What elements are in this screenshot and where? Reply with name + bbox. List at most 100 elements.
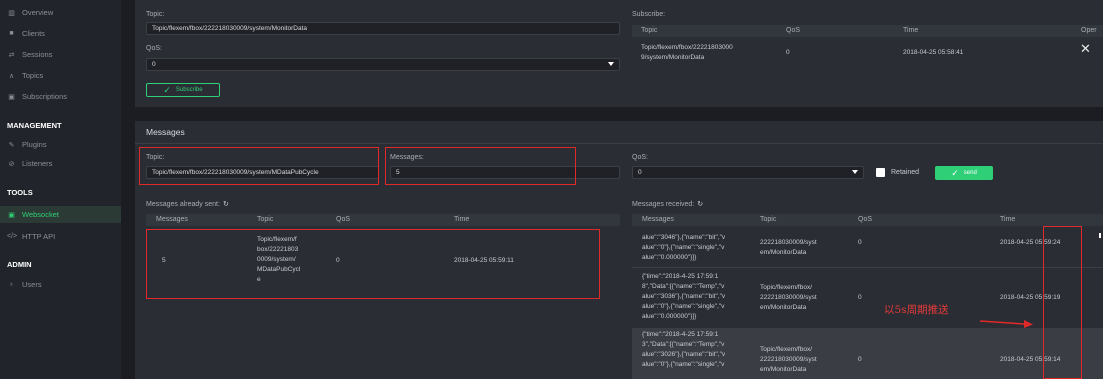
col-time: Time <box>903 27 919 34</box>
divider <box>135 143 1103 144</box>
retained-checkbox[interactable] <box>876 168 885 177</box>
sidebar-item-label: Clients <box>22 29 45 38</box>
row-qos: 0 <box>786 49 790 56</box>
col-topic: Topic <box>641 27 658 34</box>
col-topic: Topic <box>257 216 274 223</box>
chart-icon: ▥ <box>8 9 15 17</box>
send-button[interactable]: ✓ send <box>935 166 993 180</box>
topics-icon: ∧ <box>8 72 15 80</box>
row-time: 2018-04-25 05:59:14 <box>1000 356 1061 363</box>
sidebar-item-label: Overview <box>22 8 54 17</box>
sidebar-item-users[interactable]: ♁ Users <box>0 276 121 293</box>
check-icon: ✓ <box>163 84 171 95</box>
row-time: 2018-04-25 05:59:11 <box>454 257 514 264</box>
section-tools: TOOLS <box>7 188 33 197</box>
table-row: Topic/flexem/fbox/22221803000 9/system/M… <box>632 41 1103 68</box>
sidebar-item-label: Listeners <box>22 159 53 168</box>
col-qos: QoS <box>336 216 351 223</box>
arrow-right-icon <box>980 320 1033 328</box>
row-time: 2018-04-25 05:59:24 <box>1000 239 1061 246</box>
row-topic: Topic/flexem/fbox/ 222218030009/syst em/… <box>760 284 817 311</box>
section-admin: ADMIN <box>7 260 32 269</box>
code-icon: </> <box>7 233 18 240</box>
row-qos: 0 <box>858 294 862 301</box>
table-row: 5 Topic/flexem/f box/22221803 0009/syste… <box>146 229 620 295</box>
sidebar-item-label: Subscriptions <box>22 92 68 101</box>
sidebar-item-label: HTTP API <box>22 232 56 241</box>
row-message: 5 <box>162 257 166 264</box>
sidebar-item-http-api[interactable]: </> HTTP API <box>0 228 121 245</box>
annotation-text: 以5s周期推送 <box>884 304 949 316</box>
message-content-label: Messages: <box>390 154 424 161</box>
row-qos: 0 <box>858 239 862 246</box>
col-messages: Messages <box>156 216 188 223</box>
sidebar-item-subscriptions[interactable]: ▣ Subscriptions <box>0 88 121 105</box>
sidebar-item-listeners[interactable]: ⊘ Listeners <box>0 155 121 172</box>
chevron-down-icon <box>852 170 858 174</box>
table-row: {"time":"2018-4-25 17:59:1 3","Data":[{"… <box>632 328 1103 379</box>
row-topic: 222218030009/syst em/MonitorData <box>760 239 817 256</box>
message-topic-input[interactable]: Topic/flexem/fbox/222218030009/system/MD… <box>146 166 379 179</box>
row-qos: 0 <box>858 356 862 363</box>
refresh-icon[interactable]: ↻ <box>223 201 229 208</box>
col-messages: Messages <box>642 216 674 223</box>
subscribe-topic-label: Topic: <box>146 11 165 18</box>
send-button-label: send <box>963 170 977 176</box>
subscribe-topic-input[interactable]: Topic/flexem/fbox/222218030009/system/Mo… <box>146 22 620 35</box>
message-topic-label: Topic: <box>146 154 165 161</box>
sidebar-item-label: Topics <box>22 71 44 80</box>
sidebar-item-label: Websocket <box>22 210 59 219</box>
sidebar-item-websocket[interactable]: ▣ Websocket <box>0 206 121 223</box>
websocket-icon: ▣ <box>8 211 15 219</box>
sent-table-header: Messages Topic QoS Time <box>146 214 620 226</box>
col-time: Time <box>1000 216 1016 223</box>
refresh-icon[interactable]: ↻ <box>697 201 703 208</box>
subscriptions-icon: ▣ <box>8 93 15 101</box>
row-topic: Topic/flexem/fbox/ 222218030009/syst em/… <box>760 346 817 373</box>
clients-icon: ■ <box>9 30 14 37</box>
sidebar: ▥ Overview ■ Clients ⇄ Sessions ∧ Topics ▣ Su… <box>0 0 121 379</box>
sidebar-item-plugins[interactable]: ✎ Plugins <box>0 136 121 153</box>
plug-icon: ✎ <box>8 141 15 149</box>
sent-title: Messages already sent: ↻ <box>146 200 229 208</box>
received-title: Messages received: ↻ <box>632 200 703 208</box>
row-message: {"time":"2018-4-25 17:59:1 8","Data":[{"… <box>642 273 726 320</box>
col-topic: Topic <box>760 216 777 223</box>
message-content-input[interactable]: 5 <box>390 166 620 179</box>
message-qos-select[interactable]: 0 <box>632 166 864 179</box>
retained-label: Retained <box>891 169 920 176</box>
section-management: MANAGEMENT <box>7 121 62 130</box>
sidebar-item-label: Users <box>22 280 42 289</box>
user-icon: ♁ <box>8 281 15 288</box>
col-oper: Oper <box>1081 27 1097 34</box>
messages-panel: Messages Topic: Topic/flexem/fbox/222218… <box>135 121 1103 379</box>
subscribe-qos-label: QoS: <box>146 45 162 52</box>
subscribe-qos-select[interactable]: 0 <box>146 58 620 71</box>
sidebar-item-label: Plugins <box>22 140 47 149</box>
sidebar-item-topics[interactable]: ∧ Topics <box>0 67 121 84</box>
col-qos: QoS <box>858 216 873 223</box>
subscribe-button[interactable]: ✓ Subscribe <box>146 83 220 97</box>
listener-icon: ⊘ <box>8 160 15 168</box>
sidebar-item-sessions[interactable]: ⇄ Sessions <box>0 46 121 63</box>
scrollbar-thumb[interactable] <box>1099 233 1101 238</box>
chevron-down-icon <box>608 62 614 66</box>
row-topic: Topic/flexem/f box/22221803 0009/system/… <box>257 236 301 283</box>
table-row: alue":"3046"},{"name":"bit","v alue":"0"… <box>632 229 1103 267</box>
row-message: alue":"3046"},{"name":"bit","v alue":"0"… <box>642 234 726 261</box>
close-icon[interactable]: ✕ <box>1080 42 1091 55</box>
subscribe-table-header: Topic QoS Time Oper <box>632 25 1103 37</box>
sidebar-item-label: Sessions <box>22 50 53 59</box>
sidebar-item-clients[interactable]: ■ Clients <box>0 25 121 42</box>
row-qos: 0 <box>336 257 340 264</box>
row-message: {"time":"2018-4-25 17:59:1 3","Data":[{"… <box>642 331 726 368</box>
messages-title: Messages <box>146 127 185 137</box>
sessions-icon: ⇄ <box>8 51 15 59</box>
subscribe-list-title: Subscribe: <box>632 11 666 18</box>
check-icon: ✓ <box>951 167 959 178</box>
row-time: 2018-04-25 05:58:41 <box>903 49 964 56</box>
qos-value: 0 <box>152 61 156 68</box>
sent-title-label: Messages already sent: <box>146 201 220 208</box>
subscribe-panel: Topic: Topic/flexem/fbox/222218030009/sy… <box>135 0 1103 107</box>
sidebar-item-overview[interactable]: ▥ Overview <box>0 4 121 21</box>
